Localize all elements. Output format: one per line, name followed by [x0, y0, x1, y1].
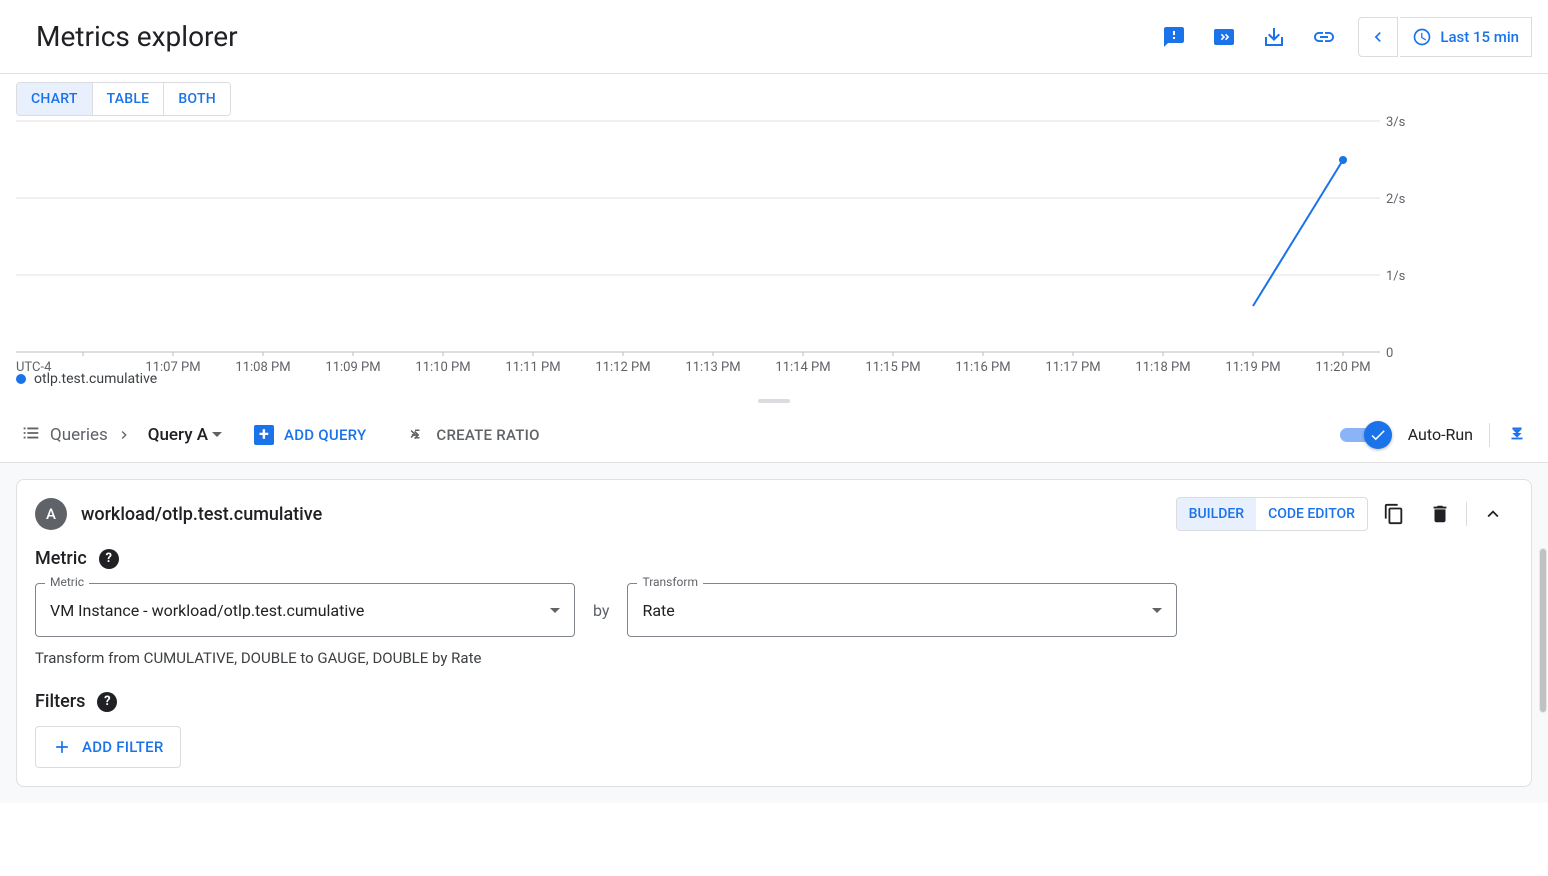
x-label-10: 11:17 PM — [1045, 360, 1100, 371]
x-label-0: 11:07 PM — [145, 360, 200, 371]
mode-tabs: BUILDER CODE EDITOR — [1176, 497, 1368, 531]
query-selector[interactable]: Query A — [148, 425, 222, 445]
query-badge: A — [35, 498, 67, 530]
timezone-label: UTC-4 — [16, 360, 52, 371]
x-label-1: 11:08 PM — [235, 360, 290, 371]
chevron-right-icon — [116, 427, 132, 443]
x-label-6: 11:13 PM — [685, 360, 740, 371]
query-panel: A workload/otlp.test.cumulative BUILDER … — [16, 479, 1532, 787]
metric-select[interactable]: VM Instance - workload/otlp.test.cumulat… — [35, 583, 575, 637]
query-panel-container: A workload/otlp.test.cumulative BUILDER … — [0, 463, 1548, 803]
x-label-7: 11:14 PM — [775, 360, 830, 371]
x-tick-marks — [83, 352, 1343, 356]
add-query-label: ADD QUERY — [284, 426, 366, 444]
queries-label: Queries — [50, 425, 108, 445]
feedback-icon[interactable] — [1150, 13, 1198, 61]
autorun-toggle[interactable] — [1340, 422, 1392, 448]
link-icon[interactable] — [1300, 13, 1348, 61]
help-icon[interactable]: ? — [99, 549, 119, 569]
x-label-12: 11:19 PM — [1225, 360, 1280, 371]
x-label-5: 11:12 PM — [595, 360, 650, 371]
help-icon[interactable]: ? — [97, 692, 117, 712]
download-icon[interactable] — [1250, 13, 1298, 61]
autorun-label: Auto-Run — [1408, 425, 1473, 444]
panel-resize-handle[interactable] — [0, 395, 1548, 407]
metric-fields: Metric VM Instance - workload/otlp.test.… — [35, 583, 1513, 637]
add-filter-button[interactable]: ADD FILTER — [35, 726, 181, 768]
merge-icon — [406, 425, 426, 445]
collapse-all-button[interactable] — [1506, 422, 1528, 448]
x-label-13: 11:20 PM — [1315, 360, 1370, 371]
data-point — [1339, 156, 1347, 164]
chart-legend: otlp.test.cumulative — [0, 371, 1548, 395]
query-selector-label: Query A — [148, 425, 208, 445]
time-range-button[interactable]: Last 15 min — [1400, 17, 1532, 57]
create-ratio-label: CREATE RATIO — [436, 426, 539, 444]
toggle-thumb — [1364, 421, 1392, 449]
code-icon[interactable] — [1200, 13, 1248, 61]
create-ratio-button[interactable]: CREATE RATIO — [406, 425, 539, 445]
time-range-back-button[interactable] — [1358, 17, 1398, 57]
header: Metrics explorer Last 15 min — [0, 0, 1548, 74]
y-tick-2: 2/s — [1386, 192, 1406, 207]
legend-dot-icon — [16, 374, 26, 384]
x-label-8: 11:15 PM — [865, 360, 920, 371]
caret-down-icon — [1152, 608, 1162, 613]
add-filter-label: ADD FILTER — [82, 738, 164, 756]
y-tick-1: 1/s — [1386, 269, 1406, 284]
mode-code-tab[interactable]: CODE EDITOR — [1256, 498, 1367, 530]
divider — [1466, 502, 1467, 526]
by-label: by — [593, 601, 609, 620]
delete-button[interactable] — [1420, 494, 1460, 534]
metric-legend: Metric — [45, 575, 89, 589]
x-label-4: 11:11 PM — [505, 360, 560, 371]
mode-builder-tab[interactable]: BUILDER — [1177, 498, 1256, 530]
duplicate-button[interactable] — [1374, 494, 1414, 534]
collapse-button[interactable] — [1473, 494, 1513, 534]
plus-icon: + — [254, 425, 274, 445]
legend-series-label: otlp.test.cumulative — [34, 371, 157, 387]
data-line — [1253, 160, 1343, 306]
transform-select[interactable]: Rate — [627, 583, 1177, 637]
y-tick-3: 3/s — [1386, 115, 1406, 130]
query-title: workload/otlp.test.cumulative — [81, 504, 322, 525]
transform-helper-text: Transform from CUMULATIVE, DOUBLE to GAU… — [35, 649, 1513, 667]
query-body: Metric ? Metric VM Instance - workload/o… — [17, 548, 1531, 786]
query-header: A workload/otlp.test.cumulative BUILDER … — [17, 480, 1531, 548]
page-title: Metrics explorer — [36, 20, 238, 53]
plus-icon — [52, 737, 72, 757]
transform-value: Rate — [642, 601, 674, 620]
x-label-2: 11:09 PM — [325, 360, 380, 371]
x-label-3: 11:10 PM — [415, 360, 470, 371]
chart-svg: 3/s 2/s 1/s 0 UTC-4 11:07 PM 11:08 PM 11… — [16, 76, 1532, 371]
metric-value: VM Instance - workload/otlp.test.cumulat… — [50, 601, 364, 620]
y-tick-0: 0 — [1386, 346, 1393, 361]
metric-section-label: Metric ? — [35, 548, 1513, 569]
caret-down-icon — [550, 608, 560, 613]
divider — [1489, 423, 1490, 447]
queries-bar: Queries Query A + ADD QUERY CREATE RATIO… — [0, 407, 1548, 463]
x-label-9: 11:16 PM — [955, 360, 1010, 371]
breadcrumb: Queries Query A — [20, 422, 222, 448]
transform-legend: Transform — [637, 575, 703, 589]
add-query-button[interactable]: + ADD QUERY — [254, 425, 366, 445]
scrollbar-thumb[interactable] — [1539, 548, 1547, 713]
filters-section-label: Filters ? — [35, 691, 1513, 712]
list-icon — [20, 422, 42, 448]
caret-down-icon — [212, 432, 222, 437]
check-icon — [1369, 426, 1387, 444]
header-actions: Last 15 min — [1150, 13, 1532, 61]
chart[interactable]: 3/s 2/s 1/s 0 UTC-4 11:07 PM 11:08 PM 11… — [0, 76, 1548, 371]
x-label-11: 11:18 PM — [1135, 360, 1190, 371]
time-range-label: Last 15 min — [1440, 28, 1519, 46]
